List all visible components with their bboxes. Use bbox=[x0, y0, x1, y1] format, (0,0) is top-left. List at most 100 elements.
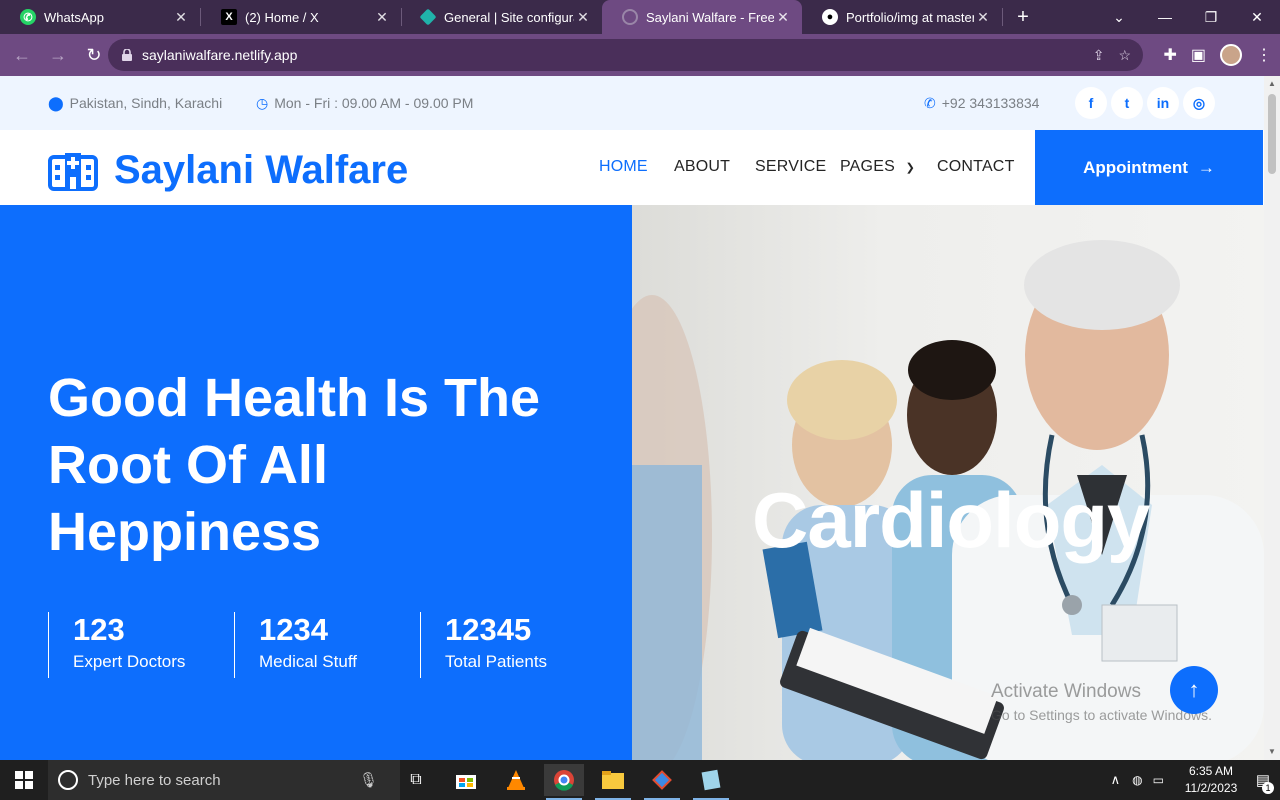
stat-label: Total Patients bbox=[445, 652, 548, 671]
start-button[interactable] bbox=[0, 760, 48, 800]
search-icon bbox=[58, 770, 78, 790]
netlify-icon bbox=[419, 8, 437, 26]
whatsapp-icon: ✆ bbox=[20, 9, 36, 25]
page-scrollbar[interactable]: ▲ ▼ bbox=[1264, 76, 1280, 760]
stat-value: 12345 bbox=[445, 612, 532, 647]
windows-taskbar: Type here to search 🎙 ⧉ ∧ ◍ ▭ 6:35 AM 11… bbox=[0, 760, 1280, 800]
battery-icon[interactable]: ▭ bbox=[1153, 773, 1164, 787]
close-icon[interactable]: ✕ bbox=[373, 9, 391, 26]
wifi-icon[interactable]: ◍ bbox=[1132, 773, 1142, 787]
nav-pages[interactable]: PAGES ❯ bbox=[840, 158, 915, 176]
nav-pages-label: PAGES bbox=[840, 158, 895, 175]
side-panel-icon[interactable]: ▣ bbox=[1191, 45, 1206, 65]
stat-value: 123 bbox=[73, 612, 125, 647]
restore-button[interactable]: ❐ bbox=[1188, 0, 1234, 34]
nav-about[interactable]: ABOUT bbox=[674, 158, 730, 176]
toolbar: ← → ↻ saylaniwalfare.netlify.app ⇪ ☆ ✚ ▣… bbox=[0, 34, 1280, 76]
nav-service[interactable]: SERVICE bbox=[755, 158, 826, 176]
twitter-icon[interactable]: t bbox=[1111, 87, 1143, 119]
address-bar[interactable]: saylaniwalfare.netlify.app ⇪ ☆ bbox=[108, 39, 1143, 71]
tab-x[interactable]: X (2) Home / X ✕ bbox=[201, 0, 401, 34]
main-navbar: Saylani Walfare HOME ABOUT SERVICE PAGES… bbox=[0, 130, 1264, 205]
tab-saylani[interactable]: Saylani Walfare - Free He ✕ bbox=[602, 0, 802, 34]
tab-github[interactable]: ● Portfolio/img at master · ✕ bbox=[802, 0, 1002, 34]
new-tab-button[interactable]: + bbox=[1003, 0, 1043, 34]
tab-search-icon[interactable]: ⌄ bbox=[1096, 0, 1142, 34]
url-text: saylaniwalfare.netlify.app bbox=[142, 47, 298, 63]
activate-windows-subtitle: Go to Settings to activate Windows. bbox=[991, 707, 1212, 723]
hero-panel: Good Health Is The Root Of All Heppiness… bbox=[0, 205, 632, 760]
facebook-icon[interactable]: f bbox=[1075, 87, 1107, 119]
tab-netlify[interactable]: General | Site configurati ✕ bbox=[402, 0, 602, 34]
file-explorer-icon[interactable] bbox=[593, 764, 633, 800]
tab-title: Portfolio/img at master · bbox=[846, 9, 974, 25]
clock-time: 6:35 AM bbox=[1188, 764, 1234, 778]
tab-title: General | Site configurati bbox=[444, 9, 574, 25]
tab-title: (2) Home / X bbox=[245, 9, 319, 25]
instagram-icon[interactable]: ◎ bbox=[1183, 87, 1215, 119]
close-window-button[interactable]: ✕ bbox=[1234, 0, 1280, 34]
tab-strip: ✆ WhatsApp ✕ X (2) Home / X ✕ General | … bbox=[0, 0, 1280, 34]
close-icon[interactable]: ✕ bbox=[974, 9, 992, 26]
reload-button[interactable]: ↻ bbox=[78, 39, 110, 71]
stat-doctors: 123 Expert Doctors bbox=[48, 612, 234, 678]
hero-image: Cardiology Activate Windows Go to Settin… bbox=[632, 205, 1264, 760]
nav-home[interactable]: HOME bbox=[599, 158, 648, 176]
slide-title: Cardiology bbox=[752, 476, 1150, 564]
stat-label: Medical Stuff bbox=[259, 652, 357, 671]
tab-title: WhatsApp bbox=[44, 9, 104, 25]
menu-icon[interactable]: ⋮ bbox=[1256, 45, 1272, 65]
scroll-thumb[interactable] bbox=[1268, 94, 1276, 174]
hero-title: Good Health Is The Root Of All Heppiness bbox=[48, 368, 541, 562]
share-icon[interactable]: ⇪ bbox=[1093, 47, 1105, 64]
taskbar-search[interactable]: Type here to search 🎙 bbox=[48, 760, 400, 800]
clock[interactable]: 6:35 AM 11/2/2023 bbox=[1176, 763, 1246, 797]
close-icon[interactable]: ✕ bbox=[774, 9, 792, 26]
activate-windows-title: Activate Windows bbox=[991, 681, 1141, 702]
back-button[interactable]: ← bbox=[6, 39, 38, 71]
hours-info: ◷ Mon - Fri : 09.00 AM - 09.00 PM bbox=[256, 95, 473, 112]
forward-button[interactable]: → bbox=[42, 39, 74, 71]
notification-count: 1 bbox=[1262, 782, 1274, 794]
appointment-button[interactable]: Appointment → bbox=[1035, 130, 1263, 205]
clock-icon: ◷ bbox=[256, 94, 269, 111]
scroll-down-icon[interactable]: ▼ bbox=[1264, 744, 1280, 760]
task-view-icon[interactable]: ⧉ bbox=[396, 764, 436, 796]
phone-icon: ✆ bbox=[924, 94, 936, 111]
git-icon[interactable] bbox=[642, 764, 682, 800]
chrome-icon[interactable] bbox=[544, 764, 584, 800]
store-icon[interactable] bbox=[446, 764, 486, 796]
chevron-down-icon: ❯ bbox=[905, 162, 916, 174]
phone-text: +92 343133834 bbox=[941, 95, 1040, 111]
stat-label: Expert Doctors bbox=[73, 652, 186, 671]
info-topbar: ⬤ Pakistan, Sindh, Karachi ◷ Mon - Fri :… bbox=[0, 76, 1264, 130]
vlc-icon[interactable] bbox=[496, 764, 536, 796]
close-icon[interactable]: ✕ bbox=[172, 9, 190, 26]
back-to-top-button[interactable]: ↑ bbox=[1170, 666, 1218, 714]
brand-logo[interactable]: Saylani Walfare bbox=[48, 148, 408, 193]
notepad-icon[interactable] bbox=[691, 764, 731, 800]
stat-value: 1234 bbox=[259, 612, 328, 647]
tab-whatsapp[interactable]: ✆ WhatsApp ✕ bbox=[0, 0, 200, 34]
hospital-icon bbox=[48, 152, 98, 191]
x-icon: X bbox=[221, 9, 237, 25]
show-hidden-icons-icon[interactable]: ∧ bbox=[1111, 772, 1121, 788]
bookmark-star-icon[interactable]: ☆ bbox=[1118, 47, 1131, 64]
profile-avatar[interactable] bbox=[1220, 44, 1242, 66]
notification-center-icon[interactable]: ▤ 1 bbox=[1246, 760, 1280, 800]
phone-info: ✆ +92 343133834 bbox=[924, 95, 1039, 112]
location-info: ⬤ Pakistan, Sindh, Karachi bbox=[48, 95, 222, 112]
microphone-icon[interactable]: 🎙 bbox=[359, 771, 378, 789]
linkedin-icon[interactable]: in bbox=[1147, 87, 1179, 119]
nav-contact[interactable]: CONTACT bbox=[937, 158, 1015, 176]
lock-icon bbox=[122, 49, 132, 61]
hero-stats: 123 Expert Doctors 1234 Medical Stuff 12… bbox=[48, 612, 606, 678]
tab-title: Saylani Walfare - Free He bbox=[646, 9, 774, 25]
scroll-up-icon[interactable]: ▲ bbox=[1264, 76, 1280, 92]
close-icon[interactable]: ✕ bbox=[574, 9, 592, 26]
search-placeholder: Type here to search bbox=[88, 771, 221, 789]
minimize-button[interactable]: — bbox=[1142, 0, 1188, 34]
extensions-icon[interactable]: ✚ bbox=[1163, 45, 1176, 65]
stat-staff: 1234 Medical Stuff bbox=[234, 612, 420, 678]
github-icon: ● bbox=[822, 9, 838, 25]
